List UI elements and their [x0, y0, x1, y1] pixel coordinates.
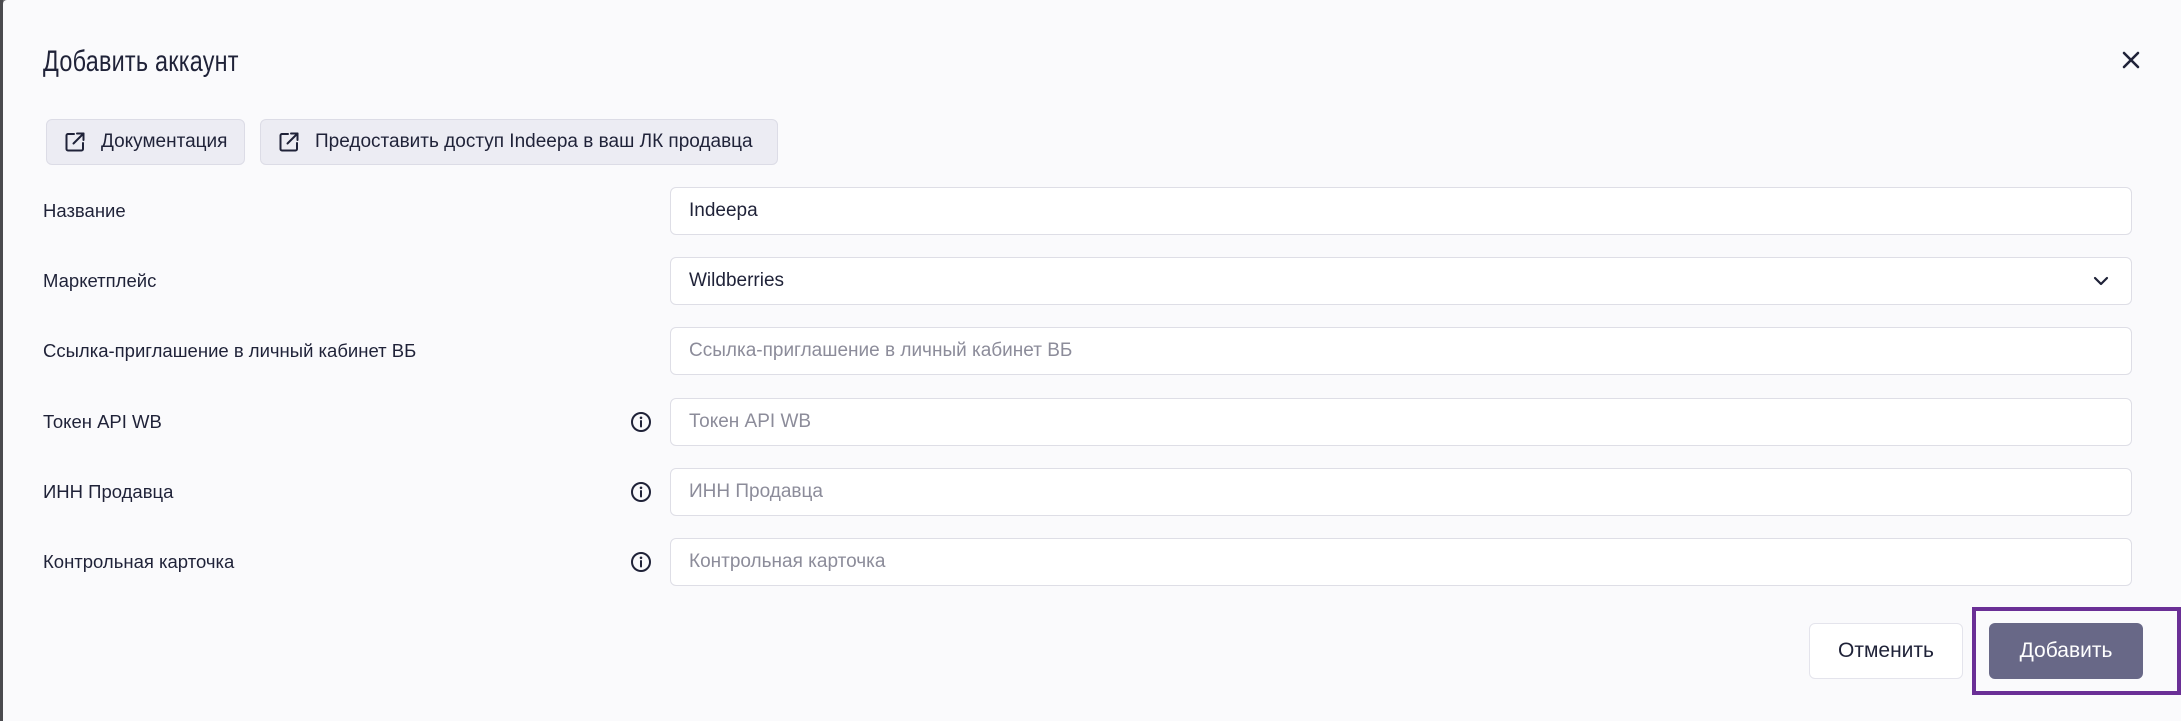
external-link-icon [275, 128, 303, 156]
form-row-name: Название [3, 187, 2181, 235]
marketplace-selected-value: Wildberries [689, 270, 785, 291]
marketplace-select[interactable]: Wildberries [670, 257, 2132, 305]
form-row-seller-inn: ИНН Продавца [3, 468, 2181, 516]
form-row-api-token: Токен API WB [3, 398, 2181, 446]
modal-title: Добавить аккаунт [43, 45, 239, 78]
marketplace-label: Маркетплейс [43, 270, 157, 291]
info-icon[interactable] [629, 480, 653, 504]
form-row-marketplace: Маркетплейс Wildberries [3, 257, 2181, 305]
name-label: Название [43, 200, 126, 221]
invite-link-label: Ссылка-приглашение в личный кабинет ВБ [43, 340, 417, 361]
grant-access-button[interactable]: Предоставить доступ Indeepa в ваш ЛК про… [260, 119, 778, 165]
add-account-modal: Добавить аккаунт Документация Предостави… [3, 0, 2181, 721]
seller-inn-label: ИНН Продавца [43, 481, 174, 502]
seller-inn-input[interactable] [670, 468, 2132, 516]
chevron-down-icon [2089, 269, 2113, 293]
form-row-invite-link: Ссылка-приглашение в личный кабинет ВБ [3, 327, 2181, 375]
api-token-label: Токен API WB [43, 411, 162, 432]
cancel-button[interactable]: Отменить [1809, 623, 1963, 679]
control-card-label: Контрольная карточка [43, 551, 235, 572]
documentation-button[interactable]: Документация [46, 119, 245, 165]
info-icon[interactable] [629, 410, 653, 434]
close-icon [2121, 50, 2141, 70]
info-icon[interactable] [629, 550, 653, 574]
control-card-input[interactable] [670, 538, 2132, 586]
external-link-icon [61, 128, 89, 156]
form-row-control-card: Контрольная карточка [3, 538, 2181, 586]
grant-access-label: Предоставить доступ Indeepa в ваш ЛК про… [315, 131, 753, 152]
add-button[interactable]: Добавить [1989, 623, 2143, 679]
invite-link-input[interactable] [670, 327, 2132, 375]
documentation-label: Документация [101, 131, 228, 152]
name-input[interactable] [670, 187, 2132, 235]
close-button[interactable] [2109, 38, 2153, 82]
api-token-input[interactable] [670, 398, 2132, 446]
